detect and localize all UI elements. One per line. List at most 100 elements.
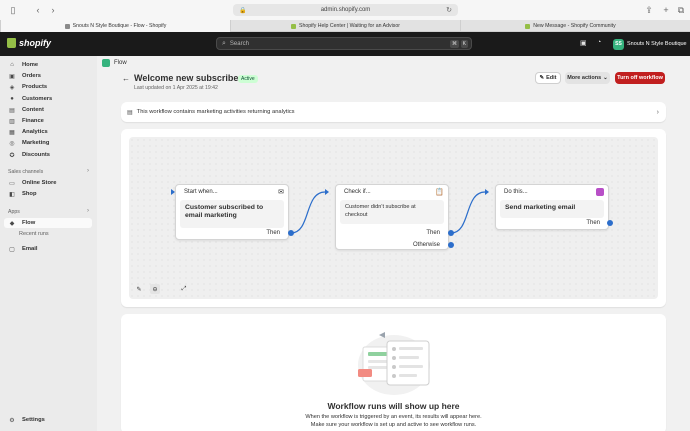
workflow-canvas[interactable]: Start when... ✉ Customer subscribed to e… <box>129 137 658 299</box>
tab-favicon <box>64 23 70 29</box>
search-input[interactable]: ⌕ Search ⌘ K <box>216 37 472 50</box>
status-badge: Active <box>238 75 258 83</box>
shopify-bag-icon <box>7 38 16 48</box>
sidebar-item-orders[interactable]: ▣ Orders <box>4 71 92 81</box>
sidebar-item-label: Flow <box>22 220 36 226</box>
tab-flow[interactable]: Snouts N Style Boutique - Flow - Shopify <box>0 20 230 32</box>
sidebar-item-discounts[interactable]: ✪ Discounts <box>4 150 92 160</box>
tab-help-center[interactable]: Shopify Help Center | Waiting for an Adv… <box>230 20 460 32</box>
breadcrumb-label[interactable]: Flow <box>114 60 127 66</box>
action-heading: Do this... <box>504 189 528 195</box>
discounts-icon: ✪ <box>9 152 15 159</box>
connector-trigger-condition <box>290 191 326 234</box>
notifications-icon[interactable]: ◔ <box>597 39 601 46</box>
sidebar-item-content[interactable]: ▤ Content <box>4 105 92 115</box>
store-icon[interactable]: ▣ <box>580 39 587 47</box>
fit-view-icon[interactable]: ⤢ <box>179 284 189 294</box>
share-icon[interactable]: ⇪ <box>643 4 655 16</box>
trigger-body: Customer subscribed to email marketing <box>180 200 284 228</box>
sidebar-item-email[interactable]: ▢ Email <box>4 244 92 254</box>
orders-icon: ▣ <box>9 73 15 80</box>
lock-icon: 🔒 <box>239 7 247 14</box>
finance-icon: ▥ <box>9 118 15 125</box>
sidebar-item-label: Shop <box>22 191 37 197</box>
banner-text: This workflow contains marketing activit… <box>136 109 295 115</box>
tab-community[interactable]: New Message - Shopify Community <box>460 20 680 32</box>
email-icon: ▢ <box>9 246 15 253</box>
main-content: Flow ← Welcome new subscribers Active La… <box>97 56 690 431</box>
tab-overview-icon[interactable]: ⧉ <box>675 4 687 16</box>
chevron-right-icon[interactable]: › <box>87 208 89 214</box>
sidebar-item-label: Customers <box>22 96 53 102</box>
apps-heading: Apps <box>8 209 20 215</box>
sidebar-item-label: Home <box>22 62 39 68</box>
sidebar-item-flow[interactable]: ◆ Flow <box>4 218 92 228</box>
empty-state-title: Workflow runs will show up here <box>327 401 460 411</box>
condition-otherwise-port[interactable] <box>448 242 454 248</box>
edit-canvas-icon[interactable]: ✎ <box>134 284 144 294</box>
sidebar-item-products[interactable]: ◈ Products <box>4 82 92 92</box>
new-tab-icon[interactable]: + <box>660 4 672 16</box>
sidebar-item-label: Analytics <box>22 129 48 135</box>
sidebar-item-label: Email <box>22 246 38 252</box>
action-node[interactable]: Do this... Send marketing email Then <box>495 184 609 230</box>
sidebar-item-marketing[interactable]: ◎ Marketing <box>4 138 92 148</box>
sidebar-item-settings[interactable]: ⚙ Settings <box>4 415 92 425</box>
sidebar-item-shop[interactable]: ◧ Shop <box>4 189 92 199</box>
breadcrumb: Flow <box>102 59 127 67</box>
edit-button[interactable]: ✎ Edit <box>535 72 561 84</box>
action-output-port[interactable] <box>607 220 613 226</box>
home-icon: ⌂ <box>10 62 14 68</box>
chevron-down-icon: ⌄ <box>603 75 608 81</box>
shortcut-cmd: ⌘ <box>450 40 459 48</box>
trigger-node[interactable]: Start when... ✉ Customer subscribed to e… <box>175 184 289 240</box>
chevron-right-icon[interactable]: › <box>87 168 89 174</box>
address-bar[interactable]: 🔒 admin.shopify.com ↻ <box>233 4 458 16</box>
tab-title: Shopify Help Center | Waiting for an Adv… <box>299 23 400 29</box>
tab-title: New Message - Shopify Community <box>533 23 616 29</box>
condition-body: Customer didn't subscribe at checkout <box>340 200 444 224</box>
shopify-logo[interactable]: shopify <box>7 38 51 48</box>
sidebar-item-label: Products <box>22 84 48 90</box>
last-updated: Last updated on 1 Apr 2025 at 19:42 <box>134 85 218 91</box>
browser-toolbar: ▯ ‹ › 🔒 admin.shopify.com ↻ ⇪ + ⧉ <box>0 0 690 20</box>
arrow-head-2 <box>485 189 489 195</box>
sales-channels-heading: Sales channels <box>8 169 44 175</box>
empty-state-description: When the workflow is triggered by an eve… <box>121 414 666 429</box>
more-actions-label: More actions <box>567 75 602 81</box>
sidebar-item-online-store[interactable]: ▭ Online Store <box>4 178 92 188</box>
sidebar-toggle-icon[interactable]: ▯ <box>7 4 19 16</box>
sidebar-item-home[interactable]: ⌂ Home <box>4 60 92 70</box>
marketing-icon: ◎ <box>9 140 15 147</box>
back-arrow-icon[interactable]: ← <box>122 74 130 83</box>
condition-then-port[interactable] <box>448 230 454 236</box>
more-actions-button[interactable]: More actions ⌄ <box>565 72 610 84</box>
sidebar-item-analytics[interactable]: ▦ Analytics <box>4 127 92 137</box>
sidebar-item-customers[interactable]: ● Customers <box>4 94 92 104</box>
content-icon: ▤ <box>9 107 15 114</box>
sidebar-item-finance[interactable]: ▥ Finance <box>4 116 92 126</box>
store-menu-button[interactable]: SS Snouts N Style Boutique <box>613 38 687 50</box>
zoom-out-icon[interactable]: ⊖ <box>150 284 160 294</box>
sidebar-item-label: Discounts <box>22 152 51 158</box>
forward-icon[interactable]: › <box>47 4 59 16</box>
reload-icon[interactable]: ↻ <box>446 6 452 14</box>
sidebar-item-label: Orders <box>22 73 42 79</box>
trigger-output-port[interactable] <box>288 230 294 236</box>
tab-bar: Snouts N Style Boutique - Flow - Shopify… <box>0 20 690 32</box>
sidebar-item-label: Content <box>22 107 44 113</box>
marketing-activities-banner[interactable]: ▤ This workflow contains marketing activ… <box>121 102 666 122</box>
sidebar-item-label: Marketing <box>22 140 50 146</box>
sidebar-item-label: Settings <box>22 417 45 423</box>
shop-icon: ◧ <box>9 191 15 198</box>
back-icon[interactable]: ‹ <box>32 4 44 16</box>
condition-heading: Check if... <box>344 189 371 195</box>
condition-then-label: Then <box>426 230 440 236</box>
condition-node[interactable]: Check if... 📋 Customer didn't subscribe … <box>335 184 449 250</box>
sidebar-item-label: Finance <box>22 118 44 124</box>
clipboard-icon: 📋 <box>435 189 444 196</box>
turn-off-workflow-button[interactable]: Turn off workflow <box>615 72 665 84</box>
info-icon: ▤ <box>127 109 133 116</box>
empty-state-illustration <box>358 332 430 395</box>
sidebar-item-recent-runs[interactable]: Recent runs <box>19 231 49 237</box>
